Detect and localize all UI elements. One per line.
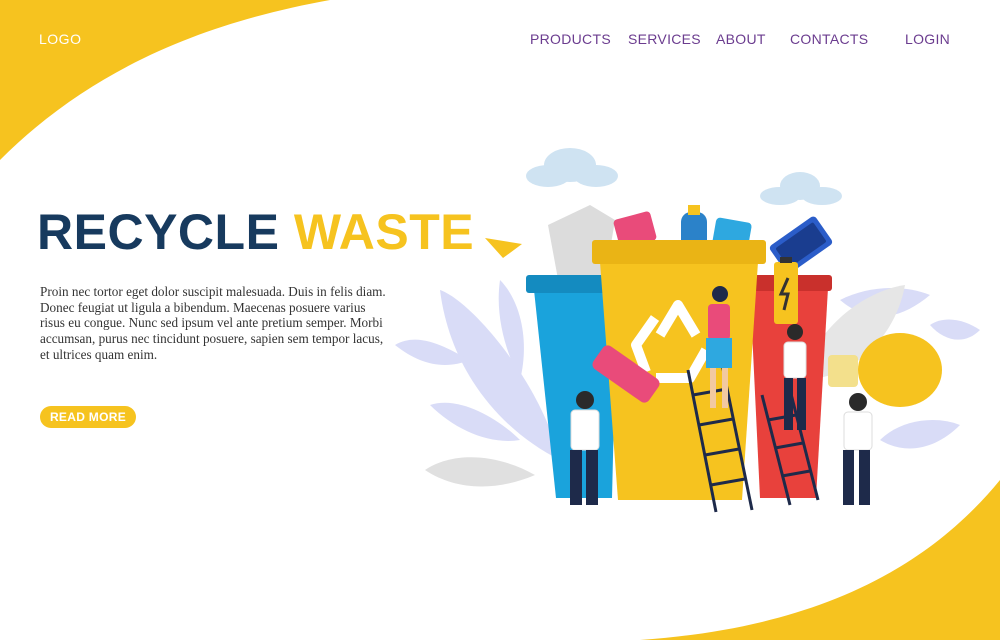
top-left-yellow-shape: [0, 0, 330, 160]
cloud-icon: [526, 148, 618, 187]
nav-services[interactable]: SERVICES: [628, 31, 701, 47]
grey-leaf-left: [425, 457, 535, 487]
nav-contacts[interactable]: CONTACTS: [790, 31, 868, 47]
title-part-recycle: RECYCLE: [37, 204, 280, 260]
nav-login[interactable]: LOGIN: [905, 31, 950, 47]
logo[interactable]: LOGO: [39, 31, 81, 47]
read-more-button[interactable]: READ MORE: [40, 406, 136, 428]
paper-plane-icon: [485, 238, 522, 258]
recycling-illustration: [395, 148, 980, 513]
cloud-icon: [760, 172, 842, 205]
battery-icon: [774, 257, 798, 324]
nav-products[interactable]: PRODUCTS: [530, 31, 611, 47]
nav-about[interactable]: ABOUT: [716, 31, 766, 47]
person-man-right: [843, 393, 873, 505]
hero-description: Proin nec tortor eget dolor suscipit mal…: [40, 284, 386, 362]
